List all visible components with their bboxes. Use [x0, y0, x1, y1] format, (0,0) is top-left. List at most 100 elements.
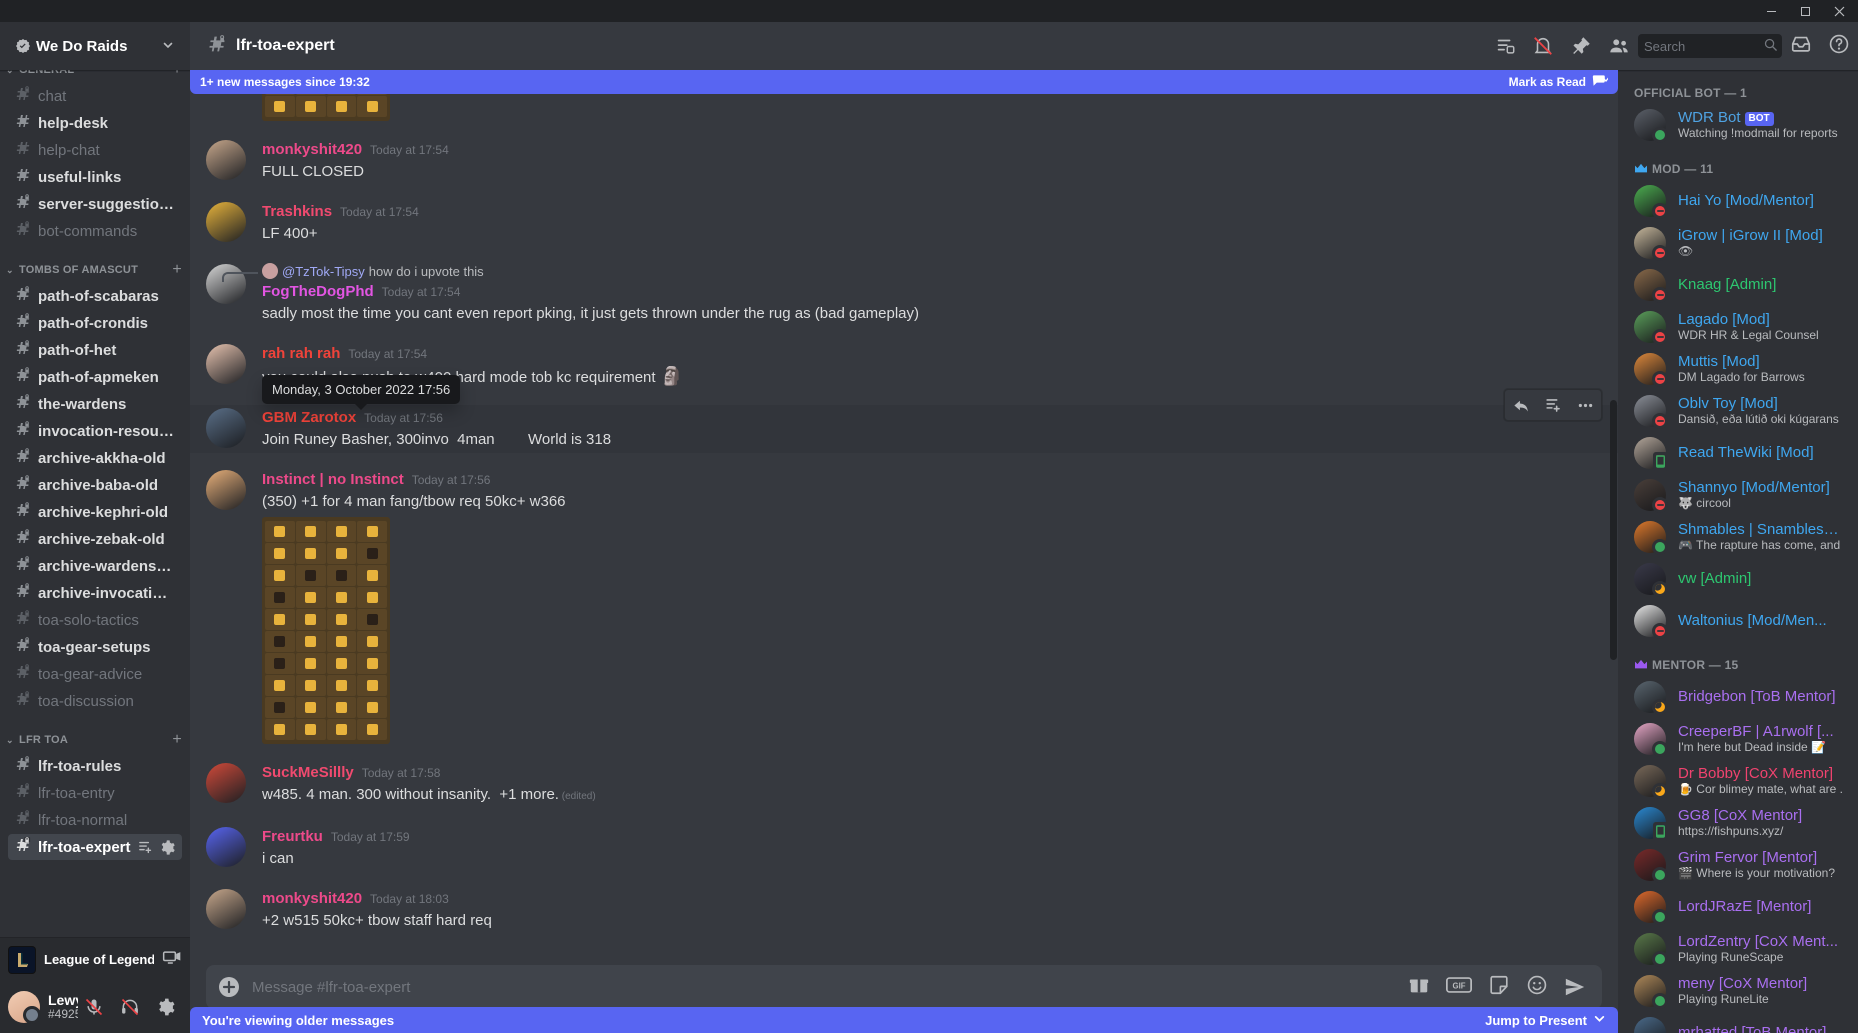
message-timestamp[interactable]: Today at 18:03	[370, 888, 449, 910]
avatar[interactable]	[206, 408, 246, 448]
member-list-item[interactable]: Oblv Toy [Mod] Dansið, eða lútið oki kúga…	[1626, 390, 1850, 432]
message-timestamp[interactable]: Today at 17:56	[364, 407, 443, 429]
message-group[interactable]: SuckMeSillly Today at 17:58 w485. 4 man. 3…	[190, 760, 1618, 810]
category-tombs-of-amascut[interactable]: ⌄ TOMBS OF AMASCUT +	[0, 258, 190, 282]
message-timestamp[interactable]: Today at 17:56	[412, 469, 491, 491]
reply-icon[interactable]	[1505, 389, 1537, 421]
create-thread-icon[interactable]	[137, 839, 154, 856]
member-list-item[interactable]: Read TheWiki [Mod]	[1626, 432, 1850, 474]
create-thread-icon[interactable]	[1537, 389, 1569, 421]
mic-muted-icon[interactable]	[78, 991, 110, 1023]
member-list-item[interactable]: vw [Admin]	[1626, 558, 1850, 600]
message-author[interactable]: Freurtku	[262, 826, 323, 848]
more-options-icon[interactable]	[1569, 389, 1601, 421]
member-list-item[interactable]: Knaag [Admin]	[1626, 264, 1850, 306]
sidebar-item-archive-zebak-old[interactable]: archive-zebak-old	[8, 526, 182, 552]
threads-icon[interactable]	[1494, 35, 1516, 57]
sidebar-item-lfr-toa-expert[interactable]: lfr-toa-expert	[8, 834, 182, 860]
sidebar-item-toa-solo-tactics[interactable]: toa-solo-tactics	[8, 607, 182, 633]
gear-icon[interactable]	[159, 839, 176, 856]
inbox-icon[interactable]	[1790, 33, 1812, 59]
member-list-item[interactable]: Shmables | Snambles [... 🎮 The rapture ha…	[1626, 516, 1850, 558]
message-group[interactable]: monkyshit420 Today at 17:54 FULL CLOSED	[190, 137, 1618, 185]
member-list-item[interactable]: Shannyo [Mod/Mentor] 🐺 circool	[1626, 474, 1850, 516]
sidebar-item-lfr-toa-entry[interactable]: lfr-toa-entry	[8, 780, 182, 806]
message-timestamp[interactable]: Today at 17:54	[382, 281, 461, 303]
gift-icon[interactable]	[1408, 974, 1430, 1000]
message-author[interactable]: rah rah rah	[262, 343, 340, 365]
message-author[interactable]: GBM Zarotox	[262, 407, 356, 429]
message-author[interactable]: SuckMeSillly	[262, 762, 354, 784]
message-author[interactable]: FogTheDogPhd	[262, 281, 374, 303]
sidebar-item-invocation-resources[interactable]: invocation-resources	[8, 418, 182, 444]
member-list-item[interactable]: Hai Yo [Mod/Mentor]	[1626, 180, 1850, 222]
user-identity[interactable]: Lewy #4925	[48, 993, 78, 1022]
maximize-button[interactable]	[1788, 0, 1822, 22]
sidebar-item-path-of-scabaras[interactable]: path-of-scabaras	[8, 283, 182, 309]
avatar[interactable]	[206, 470, 246, 510]
emoji-icon[interactable]	[1526, 974, 1548, 1000]
avatar[interactable]	[206, 140, 246, 180]
message-timestamp[interactable]: Today at 17:59	[331, 826, 410, 848]
sidebar-item-help-chat[interactable]: help-chat	[8, 137, 182, 163]
avatar[interactable]	[206, 344, 246, 384]
message-composer[interactable]: Message #lfr-toa-expert GIF	[206, 965, 1602, 1009]
member-list-item[interactable]: CreeperBF | A1rwolf [... I'm here but Dea…	[1626, 718, 1850, 760]
headset-deafened-icon[interactable]	[114, 991, 146, 1023]
avatar[interactable]	[206, 763, 246, 803]
sidebar-item-path-of-crondis[interactable]: path-of-crondis	[8, 310, 182, 336]
minimize-button[interactable]	[1754, 0, 1788, 22]
server-header[interactable]: We Do Raids	[0, 22, 190, 70]
send-icon[interactable]	[1564, 976, 1586, 998]
close-button[interactable]	[1822, 0, 1856, 22]
member-list-item[interactable]: Dr Bobby [CoX Mentor] 🍺 Cor blimey mate, …	[1626, 760, 1850, 802]
member-list[interactable]: OFFICIAL BOT — 1 WDR Bot BOT Watching !modm…	[1618, 70, 1858, 1033]
help-icon[interactable]	[1828, 33, 1850, 59]
message-timestamp[interactable]: Today at 17:54	[340, 201, 419, 223]
message-author[interactable]: monkyshit420	[262, 139, 362, 161]
jump-to-present-button[interactable]: Jump to Present	[1485, 1012, 1606, 1028]
message-scroller[interactable]: monkyshit420 Today at 17:54 FULL CLOSED Tra…	[190, 70, 1618, 955]
message-group[interactable]: @TzTok-Tipsy how do i upvote this FogTheDo…	[190, 261, 1618, 327]
sidebar-item-lfr-toa-normal[interactable]: lfr-toa-normal	[8, 807, 182, 833]
gif-icon[interactable]: GIF	[1446, 976, 1472, 998]
plus-icon[interactable]: +	[172, 732, 182, 748]
sidebar-item-chat[interactable]: chat	[8, 83, 182, 109]
sidebar-item-lfr-toa-rules[interactable]: lfr-toa-rules	[8, 753, 182, 779]
member-list-item[interactable]: GG8 [CoX Mentor] https://fishpuns.xyz/	[1626, 802, 1850, 844]
screenshare-icon[interactable]	[162, 948, 182, 972]
game-activity-panel[interactable]: League of Legends	[0, 937, 190, 981]
avatar[interactable]	[206, 889, 246, 929]
sidebar-item-help-desk[interactable]: help-desk	[8, 110, 182, 136]
member-list-item[interactable]: iGrow | iGrow II [Mod] 👁	[1626, 222, 1850, 264]
category-lfr-toa[interactable]: ⌄ LFR TOA +	[0, 728, 190, 752]
avatar[interactable]	[206, 202, 246, 242]
sidebar-item-archive-kephri-old[interactable]: archive-kephri-old	[8, 499, 182, 525]
member-list-item[interactable]: Lagado [Mod] WDR HR & Legal Counsel	[1626, 306, 1850, 348]
message-group[interactable]: Instinct | no Instinct Today at 17:56 (350…	[190, 467, 1618, 746]
member-list-item[interactable]: LordJRazE [Mentor]	[1626, 886, 1850, 928]
member-list-item[interactable]: Grim Fervor [Mentor] 🎬 Where is your moti…	[1626, 844, 1850, 886]
search-input[interactable]: Search	[1638, 34, 1782, 58]
member-list-item[interactable]: meny [CoX Mentor] Playing RuneLite	[1626, 970, 1850, 1012]
reply-reference[interactable]: @TzTok-Tipsy how do i upvote this	[262, 263, 1570, 279]
notification-bell-off-icon[interactable]	[1532, 35, 1554, 57]
sidebar-item-useful-links[interactable]: useful-links	[8, 164, 182, 190]
message-group[interactable]: Freurtku Today at 17:59 i can	[190, 824, 1618, 872]
message-author[interactable]: Trashkins	[262, 201, 332, 223]
sidebar-item-toa-discussion[interactable]: toa-discussion	[8, 688, 182, 714]
pin-icon[interactable]	[1570, 35, 1592, 57]
sidebar-item-archive-wardens-old[interactable]: archive-wardens-old	[8, 553, 182, 579]
message-timestamp[interactable]: Today at 17:54	[348, 343, 427, 365]
sidebar-item-server-suggestions[interactable]: server-suggestions	[8, 191, 182, 217]
member-list-item[interactable]: WDR Bot BOT Watching !modmail for reports	[1626, 104, 1850, 146]
avatar[interactable]	[206, 264, 246, 304]
sidebar-item-toa-gear-setups[interactable]: toa-gear-setups	[8, 634, 182, 660]
member-list-item[interactable]: Bridgebon [ToB Mentor]	[1626, 676, 1850, 718]
message-timestamp[interactable]: Today at 17:54	[370, 139, 449, 161]
message-author[interactable]: monkyshit420	[262, 888, 362, 910]
member-list-item[interactable]: mrhatted [ToB Mentor]	[1626, 1012, 1850, 1033]
sticker-icon[interactable]	[1488, 974, 1510, 1000]
sidebar-item-archive-invocation-reso[interactable]: archive-invocation-reso...	[8, 580, 182, 606]
member-list-item[interactable]: LordZentry [CoX Ment... Playing RuneScape	[1626, 928, 1850, 970]
